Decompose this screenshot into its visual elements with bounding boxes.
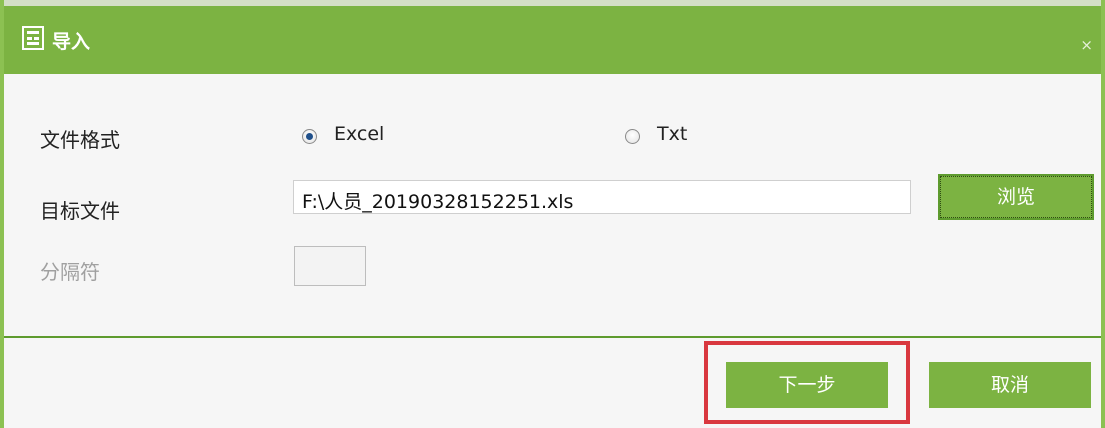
- radio-excel-label[interactable]: Excel: [334, 123, 384, 145]
- target-file-input[interactable]: F:\人员_20190328152251.xls: [293, 180, 911, 214]
- browse-button[interactable]: 浏览: [938, 174, 1094, 220]
- dialog-titlebar: 导入 ×: [4, 0, 1101, 74]
- target-file-label: 目标文件: [40, 199, 120, 223]
- separator-label: 分隔符: [40, 260, 100, 284]
- import-icon: [22, 26, 44, 50]
- file-format-label: 文件格式: [40, 128, 120, 152]
- cancel-button[interactable]: 取消: [929, 362, 1091, 408]
- radio-txt[interactable]: [625, 129, 640, 144]
- radio-excel[interactable]: [302, 129, 317, 144]
- radio-txt-label[interactable]: Txt: [657, 123, 687, 145]
- import-dialog: 导入 × 文件格式 Excel Txt 目标文件 F:\人员_201903281…: [0, 0, 1105, 428]
- highlight-annotation: [704, 341, 910, 424]
- separator-input: [294, 246, 366, 286]
- close-icon[interactable]: ×: [1080, 36, 1093, 54]
- dialog-title: 导入: [52, 31, 91, 53]
